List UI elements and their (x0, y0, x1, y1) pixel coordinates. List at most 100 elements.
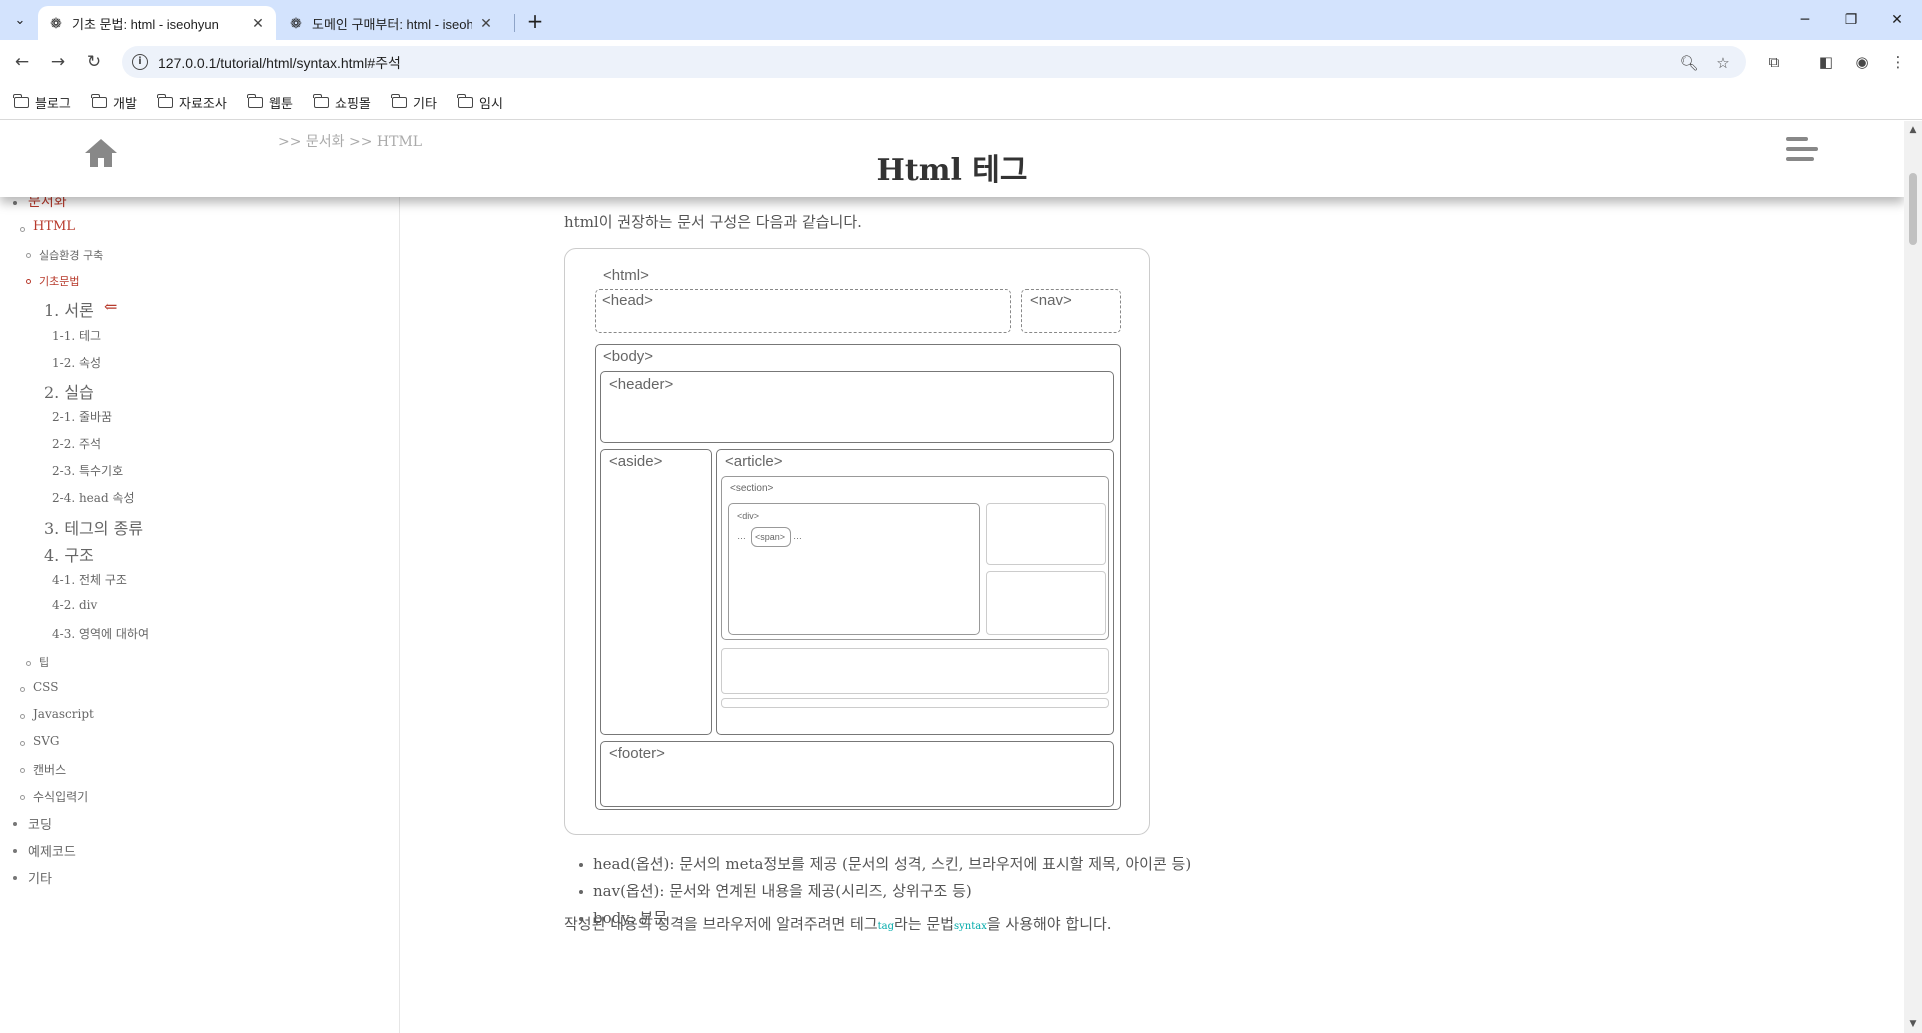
list-item: head(옵션): 문서의 meta정보를 제공 (문서의 성격, 스킨, 브라… (579, 851, 1191, 878)
tab-syntax[interactable]: ❁ 기초 문법: html - iseohyun ✕ (38, 6, 276, 40)
tab-search-icon[interactable]: ⌄ (8, 8, 32, 32)
bookmark-star-icon[interactable]: ☆ (1712, 52, 1734, 74)
bookmark-folder[interactable]: 쇼핑몰 (313, 91, 371, 113)
folder-icon (157, 93, 173, 108)
bookmark-label: 기타 (413, 96, 437, 112)
diagram-placeholder-box (986, 571, 1106, 635)
close-icon[interactable]: ✕ (250, 15, 266, 32)
sidebar-item-tip[interactable]: 팁 (39, 654, 49, 670)
minimize-icon[interactable]: ─ (1782, 0, 1828, 40)
bullet (20, 687, 25, 692)
scroll-up-icon[interactable]: ▲ (1908, 125, 1918, 135)
sidebar-item-etc[interactable]: 기타 (28, 868, 52, 887)
bullet (26, 253, 31, 258)
extensions-icon[interactable]: ⧉ (1762, 50, 1786, 74)
bullet (13, 849, 17, 853)
toc-regions[interactable]: 4-3. 영역에 대하여 (52, 625, 149, 642)
more-menu-icon[interactable]: ⋮ (1886, 50, 1910, 74)
sidebar-item-env[interactable]: 실습환경 구축 (39, 247, 103, 263)
folder-icon (457, 93, 473, 108)
diagram-section-label: <section> (730, 483, 774, 494)
bookmark-folder[interactable]: 임시 (457, 91, 503, 113)
diagram-footer-label: <footer> (609, 745, 665, 762)
bookmark-folder[interactable]: 웹툰 (247, 91, 293, 113)
bookmark-folder[interactable]: 개발 (91, 91, 137, 113)
diagram-dots: … (793, 531, 802, 541)
site-info-icon[interactable]: i (132, 54, 148, 70)
sidebar-item-canvas[interactable]: 캔버스 (33, 761, 66, 778)
bookmark-folder[interactable]: 자료조사 (157, 91, 227, 113)
diagram-body-box: <body> <header> <aside> <article> <secti… (595, 344, 1121, 810)
side-panel-icon[interactable]: ◧ (1814, 50, 1838, 74)
profile-icon[interactable]: ◉ (1850, 50, 1874, 74)
bookmark-folder[interactable]: 블로그 (13, 91, 71, 113)
outro-text-part: 을 사용해야 합니다. (986, 915, 1112, 933)
toc-tag-types[interactable]: 3. 테그의 종류 (44, 515, 143, 539)
url-text[interactable]: 127.0.0.1/tutorial/html/syntax.html#주석 (158, 53, 401, 73)
menu-icon[interactable] (1786, 135, 1818, 167)
toc-linebreak[interactable]: 2-1. 줄바꿈 (52, 408, 112, 425)
window-close-icon[interactable]: ✕ (1874, 0, 1920, 40)
sidebar-item-formula[interactable]: 수식입력기 (33, 788, 88, 805)
bookmark-folder[interactable]: 기타 (391, 91, 437, 113)
scrollbar-thumb[interactable] (1909, 173, 1917, 245)
bullet (20, 741, 25, 746)
tab-domain[interactable]: ❁ 도메인 구매부터: html - iseohyun ✕ (278, 6, 504, 40)
bullet (20, 768, 25, 773)
tab-strip: ⌄ ❁ 기초 문법: html - iseohyun ✕ ❁ 도메인 구매부터:… (0, 0, 1922, 40)
diagram-article-box: <article> <section> <div> … <span> … (716, 449, 1114, 735)
diagram-nav-box: <nav> (1021, 289, 1121, 333)
restore-icon[interactable]: ❐ (1828, 0, 1874, 40)
address-bar[interactable]: i 127.0.0.1/tutorial/html/syntax.html#주석… (122, 46, 1746, 78)
bookmark-label: 블로그 (35, 96, 71, 112)
sidebar-item-html[interactable]: HTML (33, 219, 75, 234)
toc-attribute[interactable]: 1-2. 속성 (52, 354, 101, 371)
toc-intro[interactable]: 1. 서론 (44, 297, 94, 321)
forward-icon[interactable]: → (44, 48, 72, 76)
diagram-footer-box: <footer> (600, 741, 1114, 807)
toc-overall-structure[interactable]: 4-1. 전체 구조 (52, 571, 127, 588)
folder-icon (313, 93, 329, 108)
syntax-annotation: syntax (954, 921, 987, 932)
menu-icon-bar (1786, 137, 1808, 141)
toc-practice[interactable]: 2. 실습 (44, 379, 94, 403)
toc-comment[interactable]: 2-2. 주석 (52, 435, 101, 452)
toc-tag[interactable]: 1-1. 테그 (52, 327, 101, 344)
sidebar-nav: 문서화 HTML 실습환경 구축 기초문법 1. 서론 ⇐ 1-1. 테그 1-… (0, 121, 400, 1033)
diagram-head-box: <head> (595, 289, 1011, 333)
sidebar-item-example[interactable]: 예제코드 (28, 841, 76, 860)
close-icon[interactable]: ✕ (478, 15, 494, 32)
bullet (26, 279, 31, 284)
sidebar-item-css[interactable]: CSS (33, 680, 58, 694)
bookmark-label: 개발 (113, 96, 137, 112)
sidebar-item-coding[interactable]: 코딩 (28, 814, 52, 833)
sidebar-item-svg[interactable]: SVG (33, 734, 59, 748)
browser-toolbar: ← → ↻ i 127.0.0.1/tutorial/html/syntax.h… (0, 40, 1922, 84)
html-structure-diagram: <html> <head> <nav> <body> <header> <asi… (564, 248, 1150, 835)
page-scrollbar[interactable]: ▲ ▼ (1904, 121, 1922, 1033)
bullet (13, 876, 17, 880)
folder-icon (247, 93, 263, 108)
current-arrow-icon: ⇐ (104, 297, 118, 316)
menu-icon-bar (1786, 157, 1814, 161)
toc-div[interactable]: 4-2. div (52, 598, 97, 612)
toc-head-attr[interactable]: 2-4. head 속성 (52, 489, 135, 506)
zoom-icon[interactable]: 🔍︎ (1678, 52, 1700, 74)
bullet (20, 227, 25, 232)
bullet (26, 661, 31, 666)
site-favicon-icon: ❁ (290, 14, 302, 31)
toc-special-chars[interactable]: 2-3. 특수기호 (52, 462, 123, 479)
back-icon[interactable]: ← (8, 48, 36, 76)
sidebar-item-basic[interactable]: 기초문법 (39, 273, 79, 289)
sidebar-item-javascript[interactable]: Javascript (33, 707, 94, 721)
bullet (13, 822, 17, 826)
toc-structure[interactable]: 4. 구조 (44, 542, 94, 566)
diagram-placeholder-box (721, 648, 1109, 694)
new-tab-icon[interactable]: + (522, 8, 548, 34)
scroll-down-icon[interactable]: ▼ (1908, 1019, 1918, 1029)
bookmark-label: 임시 (479, 96, 503, 112)
reload-icon[interactable]: ↻ (80, 48, 108, 76)
diagram-head-label: <head> (602, 292, 653, 309)
diagram-div-box: <div> … <span> … (728, 503, 980, 635)
diagram-placeholder-box (986, 503, 1106, 565)
